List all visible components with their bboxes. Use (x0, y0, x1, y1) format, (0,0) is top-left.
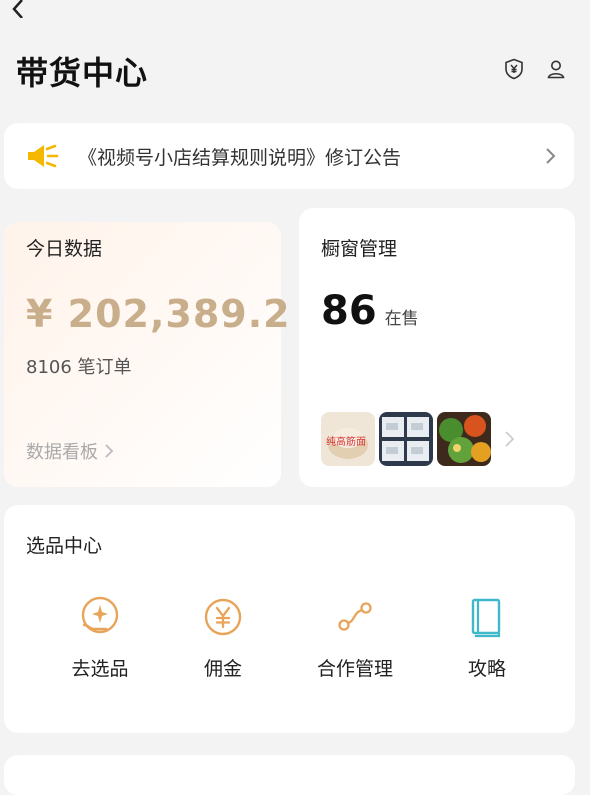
dashboard-link[interactable]: 数据看板 (26, 438, 114, 464)
guide-entry[interactable]: 攻略 (432, 595, 542, 681)
today-data-card[interactable]: 今日数据 ¥ 202,389.2 8106 笔订单 数据看板 (4, 222, 290, 487)
book-icon (471, 598, 501, 638)
selection-center-title: 选品中心 (26, 535, 103, 557)
svg-text:纯高筋面: 纯高筋面 (326, 435, 366, 448)
shield-icon[interactable] (503, 58, 525, 80)
selection-center-card: 选品中心 去选品 佣金 合作管理 攻略 (4, 505, 575, 733)
back-icon[interactable] (6, 0, 30, 18)
commission-label: 佣金 (203, 658, 242, 680)
order-count: 8106 笔订单 (26, 357, 132, 378)
today-sales-amount: ¥ 202,389.2 (26, 292, 291, 336)
on-sale-number: 86 (321, 288, 377, 334)
user-icon[interactable] (545, 58, 567, 80)
link-nodes-icon (338, 602, 372, 631)
dashboard-link-label: 数据看板 (26, 442, 98, 463)
product-thumbnail[interactable]: 纯高筋面 (321, 412, 375, 466)
yen-coin-icon (204, 598, 242, 636)
flour-product-image: 纯高筋面 (321, 412, 375, 466)
today-data-title: 今日数据 (26, 238, 103, 260)
chevron-right-icon (546, 148, 556, 164)
product-thumbnail[interactable] (437, 412, 491, 466)
chevron-right-icon (105, 444, 114, 458)
packaged-product-image (379, 412, 433, 466)
on-sale-count: 86 在售 (321, 288, 419, 334)
showcase-title: 橱窗管理 (321, 238, 398, 260)
next-section-card (4, 755, 575, 795)
announcement-bar[interactable]: 《视频号小店结算规则说明》修订公告 (4, 123, 574, 189)
pick-products-icon (81, 596, 119, 634)
on-sale-unit: 在售 (384, 309, 419, 329)
pick-products-entry[interactable]: 去选品 (45, 595, 155, 681)
cooperation-management-entry[interactable]: 合作管理 (300, 595, 410, 681)
commission-entry[interactable]: 佣金 (168, 595, 278, 681)
product-thumbnail[interactable] (379, 412, 433, 466)
guide-label: 攻略 (467, 658, 506, 680)
announcement-text: 《视频号小店结算规则说明》修订公告 (78, 147, 402, 169)
speaker-icon (28, 144, 59, 168)
vegetable-product-image (437, 412, 491, 466)
chevron-right-icon (505, 431, 515, 447)
showcase-management-card[interactable]: 橱窗管理 86 在售 纯高筋面 (299, 208, 575, 487)
cooperation-management-label: 合作管理 (316, 658, 393, 680)
page-title: 带货中心 (16, 54, 149, 92)
pick-products-label: 去选品 (71, 658, 129, 680)
